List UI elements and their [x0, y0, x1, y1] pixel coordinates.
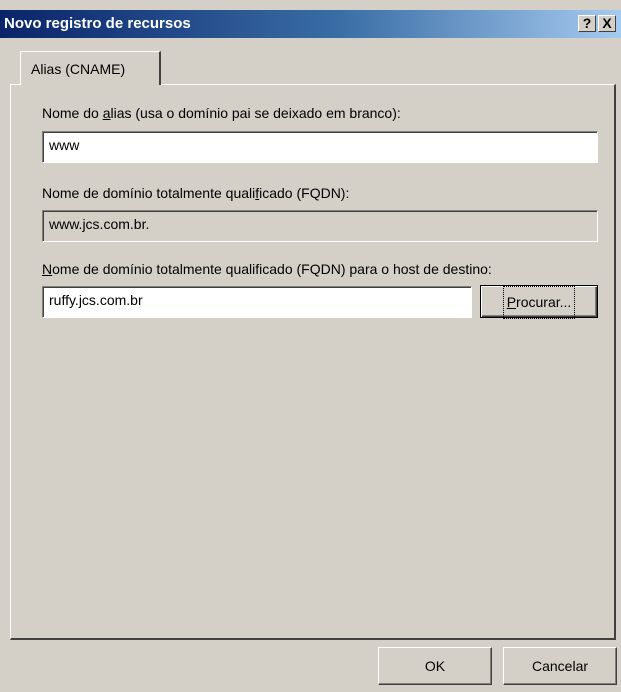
tab-alias-cname-label: Alias (CNAME): [31, 61, 126, 77]
cancel-button-label: Cancelar: [531, 658, 589, 674]
alias-input[interactable]: www: [42, 131, 598, 163]
ok-button-label: OK: [424, 658, 446, 674]
dialog-title: Novo registro de recursos: [4, 15, 191, 32]
target-host-label: Nome de domínio totalmente qualificado (…: [42, 261, 492, 277]
close-icon: X: [602, 15, 612, 31]
help-button[interactable]: ?: [578, 15, 596, 32]
target-host-value: ruffy.jcs.com.br: [49, 292, 143, 308]
browse-button-label: Procurar...: [502, 286, 576, 319]
browse-button[interactable]: Procurar...: [480, 285, 598, 319]
fqdn-label: Nome de domínio totalmente qualificado (…: [42, 185, 350, 201]
ok-button[interactable]: OK: [378, 647, 492, 685]
fqdn-field: www.jcs.com.br.: [42, 210, 598, 242]
target-host-input[interactable]: ruffy.jcs.com.br: [42, 286, 472, 318]
help-icon: ?: [582, 15, 592, 31]
close-button[interactable]: X: [598, 15, 616, 32]
cancel-button[interactable]: Cancelar: [503, 647, 617, 685]
tab-panel: [10, 84, 616, 640]
tab-alias-cname[interactable]: Alias (CNAME): [20, 51, 161, 85]
alias-input-value: www: [49, 137, 80, 153]
dialog-window: Novo registro de recursos ? X Alias (CNA…: [0, 0, 621, 692]
title-bar[interactable]: Novo registro de recursos ? X: [0, 10, 621, 38]
alias-label: Nome do alias (usa o domínio pai se deix…: [42, 105, 401, 121]
fqdn-value: www.jcs.com.br.: [49, 216, 150, 232]
